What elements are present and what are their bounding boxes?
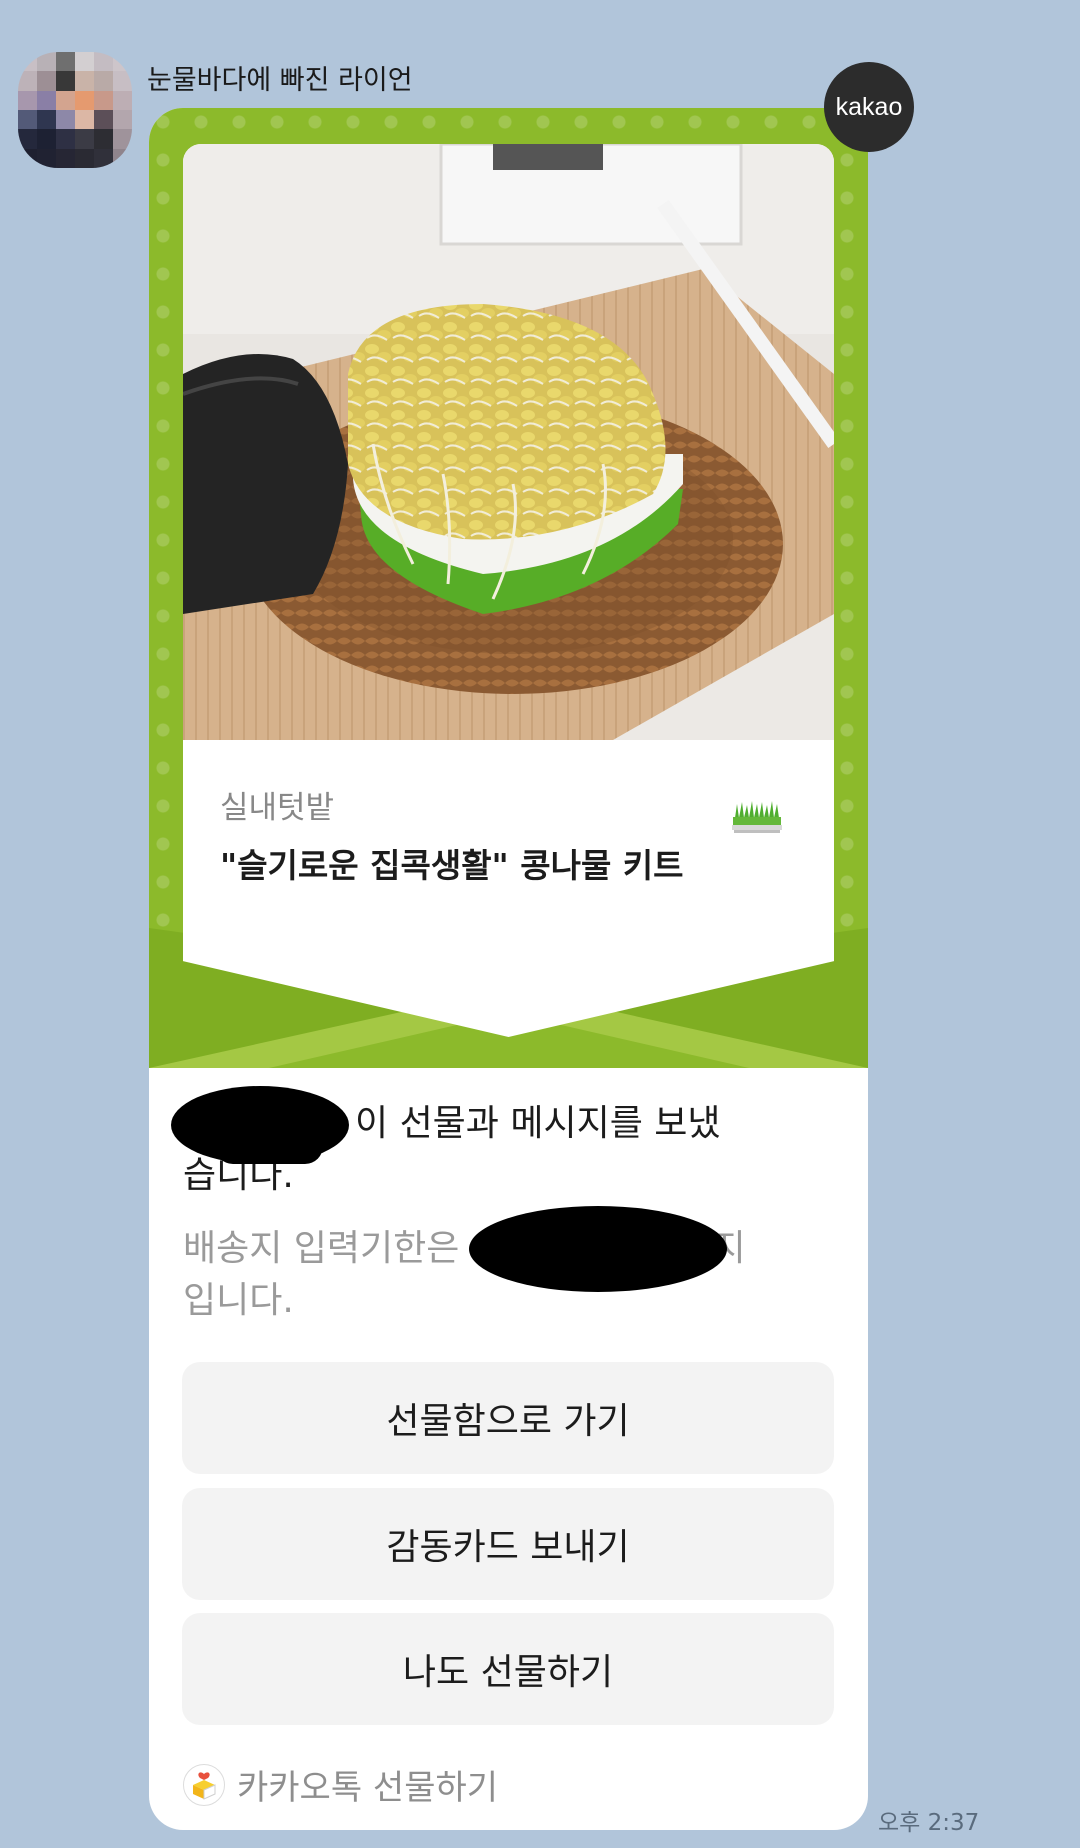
- message-subtext-prefix: 배송지 입력기한은: [183, 1228, 460, 1269]
- gift-box-icon: [183, 1763, 225, 1806]
- product-category: 실내텃밭: [220, 790, 335, 826]
- grass-planter-icon: [732, 801, 782, 833]
- sender-name: 눈물바다에 빠진 라이언: [147, 65, 413, 96]
- product-panel[interactable]: 실내텃밭 "슬기로운 집콕생활" 콩나물 키트: [183, 144, 834, 1037]
- avatar[interactable]: [18, 52, 132, 168]
- product-name: "슬기로운 집콕생활" 콩나물 키트: [220, 846, 684, 885]
- send-thank-you-card-button[interactable]: 감동카드 보내기: [182, 1488, 834, 1600]
- redaction-mark: [215, 1128, 323, 1164]
- redaction-mark: [469, 1206, 727, 1292]
- kakaotalk-gift-label: 카카오톡 선물하기: [237, 1768, 499, 1808]
- kakao-badge: kakao: [824, 62, 914, 152]
- gift-too-button[interactable]: 나도 선물하기: [182, 1613, 834, 1725]
- kakaotalk-gift-link[interactable]: 카카오톡 선물하기: [183, 1760, 498, 1809]
- gift-message-card[interactable]: 실내텃밭 "슬기로운 집콕생활" 콩나물 키트 이 선물과 메시지를 보냈습니다…: [149, 108, 868, 1830]
- bean-sprout-photo: [183, 144, 834, 740]
- message-timestamp: 오후 2:37: [878, 1810, 980, 1836]
- go-to-giftbox-button[interactable]: 선물함으로 가기: [182, 1362, 834, 1474]
- card-header: 실내텃밭 "슬기로운 집콕생활" 콩나물 키트: [149, 108, 868, 1068]
